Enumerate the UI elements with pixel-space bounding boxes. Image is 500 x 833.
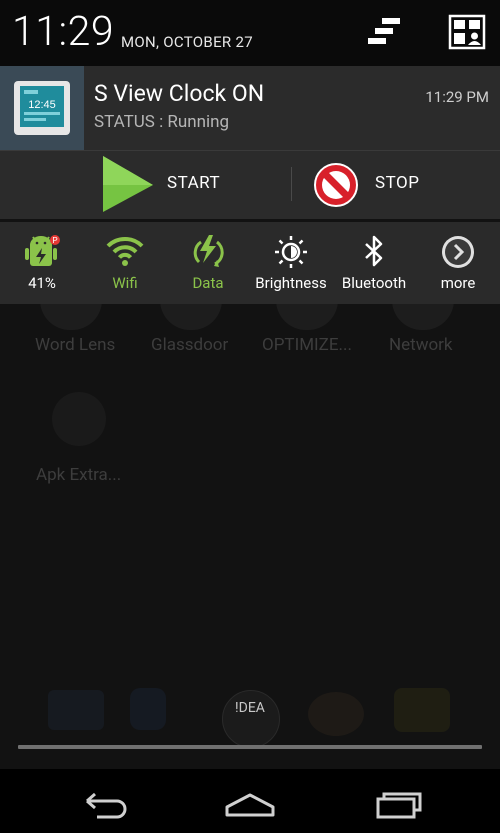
brightness-icon [275, 236, 307, 268]
bluetooth-icon [365, 235, 383, 267]
stop-icon [314, 163, 358, 207]
shade-header: 11:29 MON, OCTOBER 27 [0, 0, 500, 66]
qs-battery[interactable]: P 41% [0, 222, 84, 304]
bg-dock-icon [48, 690, 104, 730]
navigation-bar [0, 769, 500, 833]
bg-app-icon [276, 300, 338, 330]
qs-label: Wifi [112, 274, 138, 292]
bg-dock-icon [394, 688, 450, 732]
notification-app-icon: 12:45 [0, 66, 84, 150]
quick-settings-bar: P 41% Wifi Data Brightness Bluetooth mor… [0, 222, 500, 304]
svg-text:P: P [52, 236, 57, 245]
bg-app-icon [40, 300, 102, 330]
qs-data[interactable]: Data [166, 222, 250, 304]
svg-text:12:45: 12:45 [28, 99, 56, 111]
notification-time: 11:29 PM [425, 88, 489, 106]
recents-icon[interactable] [367, 777, 427, 825]
clear-all-icon[interactable] [364, 14, 404, 50]
screen: Word Lens Glassdoor OPTIMIZE... Network … [0, 0, 500, 833]
back-icon[interactable] [73, 777, 133, 825]
bg-app-label: Network [389, 335, 453, 355]
notification-status: STATUS : Running [94, 112, 230, 132]
bg-app-label: OPTIMIZE... [262, 335, 352, 355]
notification-actions: START STOP [0, 150, 500, 219]
quick-settings-toggle-icon[interactable] [447, 14, 487, 50]
bg-app-label: Word Lens [35, 335, 116, 355]
clock-time: 11:29 [12, 8, 115, 56]
start-label: START [167, 173, 221, 193]
action-divider [291, 167, 292, 201]
bg-idea-label: !DEA [235, 700, 265, 716]
clock-date: MON, OCTOBER 27 [121, 33, 253, 51]
wifi-icon [106, 236, 144, 266]
qs-label: more [440, 274, 476, 292]
qs-bluetooth[interactable]: Bluetooth [332, 222, 416, 304]
start-button[interactable]: START [95, 151, 275, 219]
qs-brightness[interactable]: Brightness [249, 222, 333, 304]
bg-dock-icon [130, 688, 166, 730]
bg-app-icon [160, 300, 222, 330]
qs-label: Data [192, 274, 224, 292]
battery-android-icon: P [25, 235, 60, 266]
bg-app-label: Apk Extra... [36, 465, 122, 485]
clock-app-icon: 12:45 [14, 81, 70, 135]
home-icon[interactable] [220, 777, 280, 825]
shade-drag-handle[interactable] [18, 745, 482, 749]
bg-android-icon [52, 392, 106, 446]
data-icon [193, 235, 224, 267]
play-icon [103, 156, 153, 212]
bg-app-label: Glassdoor [151, 335, 229, 355]
qs-more[interactable]: more [416, 222, 500, 304]
notification-title: S View Clock ON [94, 80, 265, 107]
bg-app-icon [392, 300, 454, 330]
qs-label: Bluetooth [341, 274, 407, 292]
bg-idea-icon [222, 690, 280, 748]
qs-label: 41% [28, 274, 56, 292]
stop-label: STOP [375, 173, 420, 193]
qs-label: Brightness [255, 274, 327, 292]
bg-dock-icon [308, 692, 364, 736]
qs-wifi[interactable]: Wifi [83, 222, 167, 304]
notification-card[interactable]: 12:45 S View Clock ON STATUS : Running 1… [0, 66, 500, 150]
stop-button[interactable]: STOP [310, 151, 480, 219]
chevron-right-icon [442, 236, 474, 268]
